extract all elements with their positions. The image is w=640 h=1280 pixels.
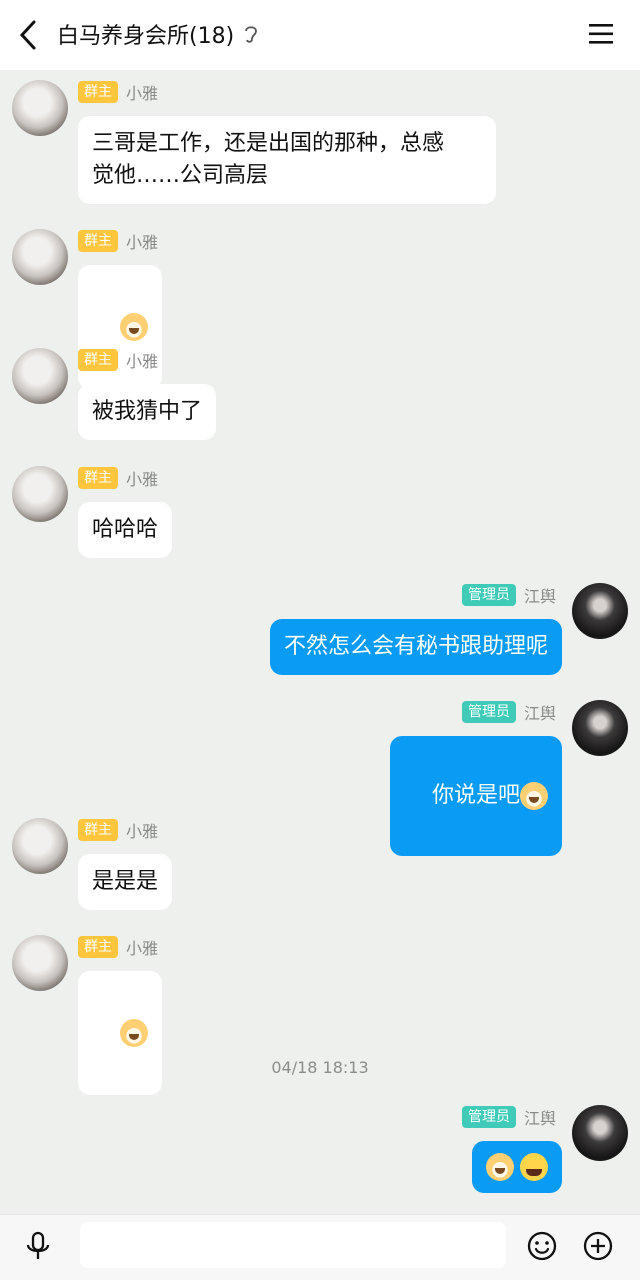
owner-badge: 群主 [78,467,118,489]
message-bubble[interactable]: 不然怎么会有秘书跟助理呢 [269,619,562,675]
dog-emoji-icon [486,1153,514,1181]
sender-name: 江舆 [523,1109,556,1128]
message-bubble[interactable]: 哈哈哈 [78,502,173,558]
admin-badge: 管理员 [461,1106,516,1128]
message-bubble[interactable]: 被我猜中了 [78,384,217,440]
dog-emoji-icon [119,1019,148,1047]
avatar[interactable] [12,935,68,991]
owner-badge: 群主 [78,349,118,371]
admin-badge: 管理员 [461,584,516,606]
sender-name: 小雅 [126,939,159,958]
avatar[interactable] [12,80,68,136]
timestamp: 04/18 18:13 [271,1058,369,1077]
avatar[interactable] [572,583,628,639]
menu-icon[interactable] [588,22,614,46]
chat-title-area: 白马养身会所(18) [57,18,260,50]
owner-badge: 群主 [78,81,118,103]
owner-badge: 群主 [78,230,118,252]
laughing-emoji-icon [520,1153,548,1181]
message-bubble[interactable]: 你说是吧 [390,736,562,856]
avatar[interactable] [12,229,68,285]
sender-name: 小雅 [126,822,159,841]
admin-badge: 管理员 [461,701,516,723]
microphone-icon[interactable] [22,1230,54,1262]
owner-badge: 群主 [78,936,118,958]
avatar[interactable] [12,466,68,522]
avatar[interactable] [12,348,68,404]
avatar[interactable] [572,700,628,756]
sender-name: 小雅 [126,84,159,103]
add-icon[interactable] [582,1230,614,1262]
ear-icon [245,26,258,43]
avatar[interactable] [12,818,68,874]
message-bubble[interactable]: 三哥是工作，还是出国的那种，总感 觉他……公司高层 [78,116,496,204]
sender-name: 小雅 [126,233,159,252]
chat-title: 白马养身会所(18) [57,24,235,49]
top-bar: 白马养身会所(18) [0,0,640,70]
message-text: 你说是吧 [431,783,520,808]
owner-badge: 群主 [78,819,118,841]
sender-name: 小雅 [126,352,159,371]
back-icon[interactable] [14,18,42,52]
avatar[interactable] [572,1105,628,1161]
message-bubble[interactable] [472,1141,562,1193]
dog-emoji-icon [520,782,548,810]
sender-name: 江舆 [523,704,556,723]
dog-emoji-icon [119,313,148,341]
sender-name: 小雅 [126,470,159,489]
emoji-icon[interactable] [526,1230,558,1262]
message-bubble[interactable]: 是是是 [78,854,173,910]
message-input[interactable] [80,1222,506,1268]
sender-name: 江舆 [523,587,556,606]
